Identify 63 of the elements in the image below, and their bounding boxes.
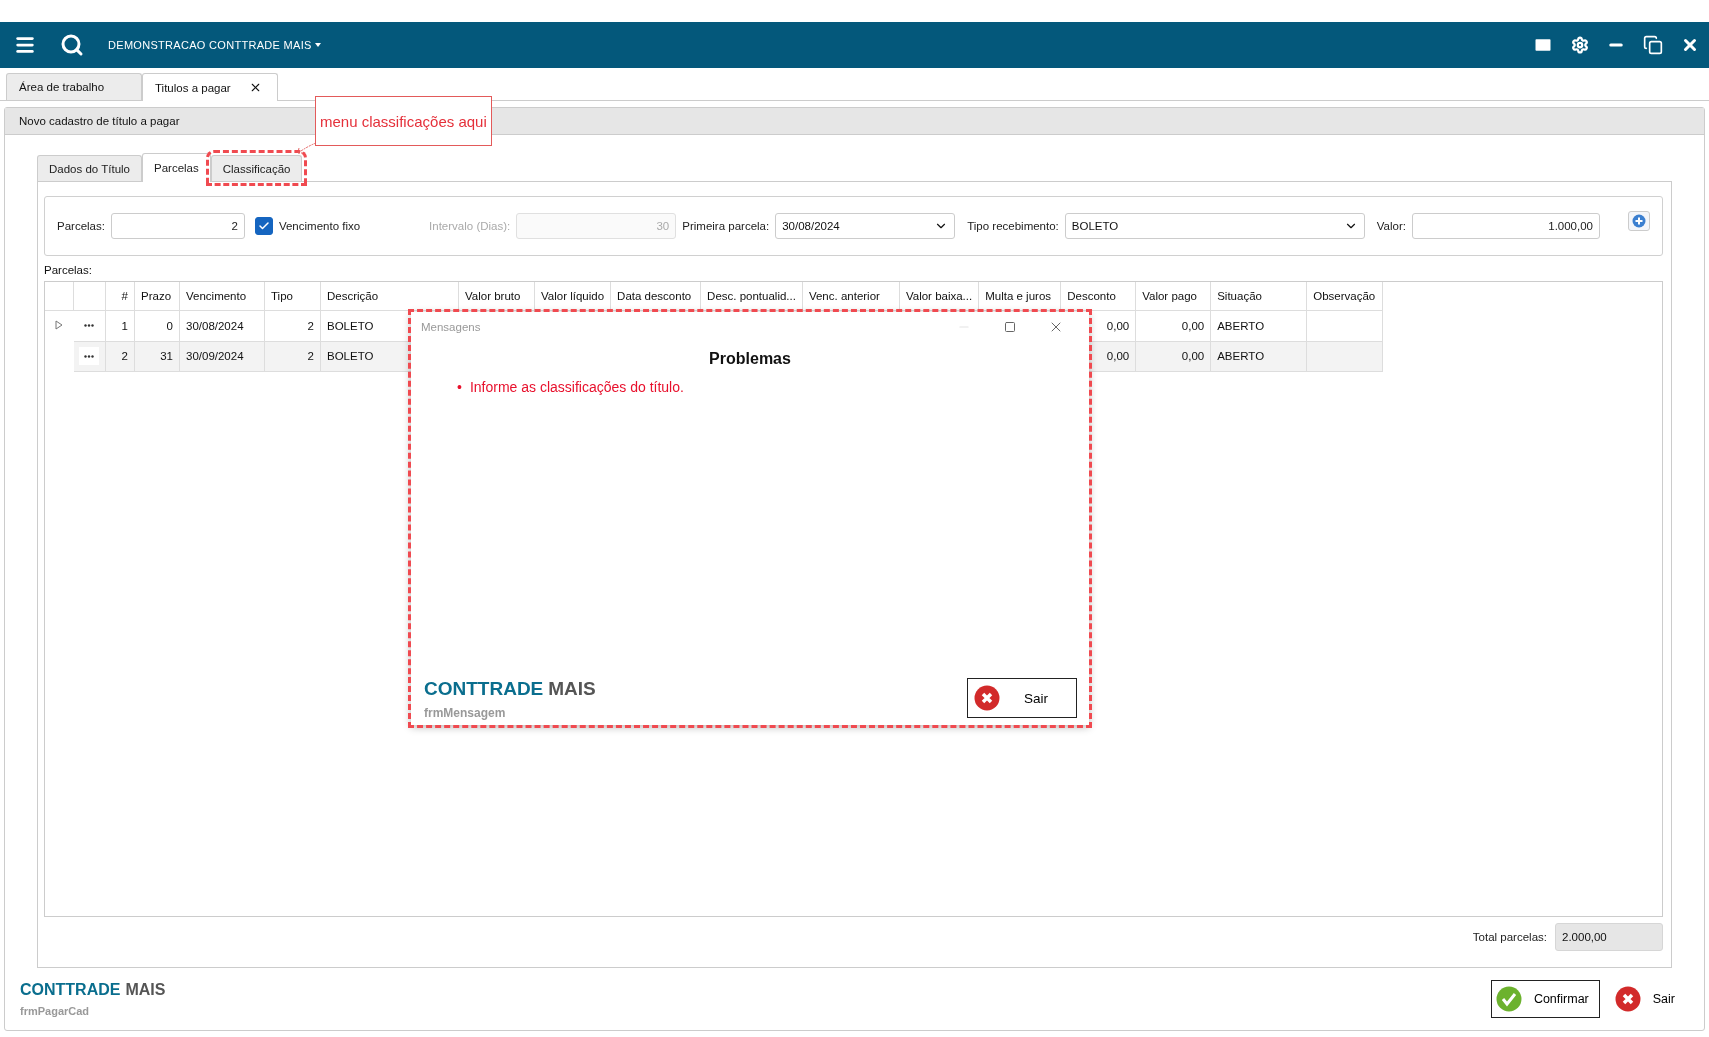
table-cell: ABERTO bbox=[1210, 341, 1307, 371]
total-field: 2.000,00 bbox=[1555, 923, 1663, 951]
table-cell: 30/09/2024 bbox=[179, 341, 265, 371]
header-cell bbox=[45, 282, 74, 311]
value-input[interactable]: 1.000,00 bbox=[1412, 213, 1600, 239]
field-label: Primeira parcela: bbox=[682, 220, 770, 232]
annotation-arrow bbox=[294, 142, 318, 156]
type-select[interactable]: BOLETO bbox=[1064, 213, 1365, 239]
table-cell: 30/08/2024 bbox=[179, 310, 265, 341]
table-cell: 2 bbox=[264, 341, 321, 371]
check-circle-icon bbox=[1495, 986, 1522, 1012]
restore-icon[interactable] bbox=[1643, 35, 1663, 55]
current-row-icon bbox=[55, 320, 64, 330]
tab-label: Área de trabalho bbox=[19, 81, 105, 93]
checkbox[interactable] bbox=[254, 217, 273, 235]
document-tab[interactable]: Área de trabalho bbox=[6, 73, 142, 100]
total-label: Total parcelas: bbox=[1472, 931, 1547, 943]
form-tab[interactable]: Dados do Título bbox=[37, 155, 142, 181]
close-icon[interactable] bbox=[1681, 36, 1699, 54]
field-label: Parcelas: bbox=[57, 220, 105, 232]
parcelas-input[interactable]: 2 bbox=[110, 213, 245, 239]
check-icon bbox=[257, 220, 270, 232]
table-cell: 2 bbox=[264, 310, 321, 341]
checkbox-label: Vencimento fixo bbox=[278, 220, 361, 232]
field-label: Intervalo (Dias): bbox=[429, 220, 511, 232]
column-header[interactable]: # bbox=[105, 282, 135, 311]
form-name: frmMensagem bbox=[424, 706, 507, 720]
ellipsis-icon bbox=[84, 354, 95, 358]
search-icon[interactable] bbox=[60, 33, 84, 57]
form-tab[interactable]: Parcelas bbox=[142, 153, 211, 182]
column-header[interactable]: Prazo bbox=[134, 282, 180, 311]
company-selector[interactable]: DEMONSTRACAO CONTTRADE MAIS bbox=[108, 39, 321, 51]
add-button[interactable] bbox=[1628, 211, 1650, 231]
table-label: Parcelas: bbox=[44, 264, 93, 276]
x-circle-icon bbox=[1614, 986, 1641, 1012]
table-cell: 0,00 bbox=[1135, 341, 1211, 371]
table-cell: ABERTO bbox=[1210, 310, 1307, 341]
tab-label: Titulos a pagar bbox=[155, 81, 231, 94]
bullet: • bbox=[457, 378, 462, 397]
date-select[interactable]: 30/08/2024 bbox=[775, 213, 956, 239]
column-header[interactable]: Vencimento bbox=[179, 282, 265, 311]
column-header[interactable]: Observação bbox=[1306, 282, 1383, 311]
settings-icon[interactable] bbox=[1571, 36, 1589, 54]
form-name: frmPagarCad bbox=[20, 1005, 91, 1017]
ellipsis-icon bbox=[84, 324, 95, 328]
exit-button[interactable]: Sair bbox=[967, 678, 1077, 718]
column-header[interactable]: Situação bbox=[1210, 282, 1307, 311]
document-tab[interactable]: Titulos a pagar bbox=[142, 73, 278, 101]
column-header[interactable]: Valor pago bbox=[1135, 282, 1211, 311]
x-circle-icon bbox=[974, 685, 1000, 711]
brand-logo: CONTTRADE MAIS bbox=[424, 678, 596, 700]
plus-circle-icon bbox=[1632, 214, 1646, 228]
error-message: Informe as classificações do título. bbox=[469, 378, 684, 397]
field-label: Tipo recebimento: bbox=[967, 220, 1059, 232]
field-label: Valor: bbox=[1376, 220, 1406, 232]
annotation-callout: menu classificações aqui bbox=[315, 96, 492, 146]
confirm-button[interactable]: Confirmar bbox=[1490, 980, 1600, 1018]
table-cell: 0,00 bbox=[1135, 310, 1211, 341]
dialog-heading: Problemas bbox=[708, 350, 792, 368]
row-menu-button[interactable] bbox=[79, 347, 100, 365]
menu-icon[interactable] bbox=[14, 34, 36, 56]
brand-logo: CONTTRADE MAIS bbox=[20, 981, 166, 999]
column-header[interactable]: Tipo bbox=[264, 282, 321, 311]
